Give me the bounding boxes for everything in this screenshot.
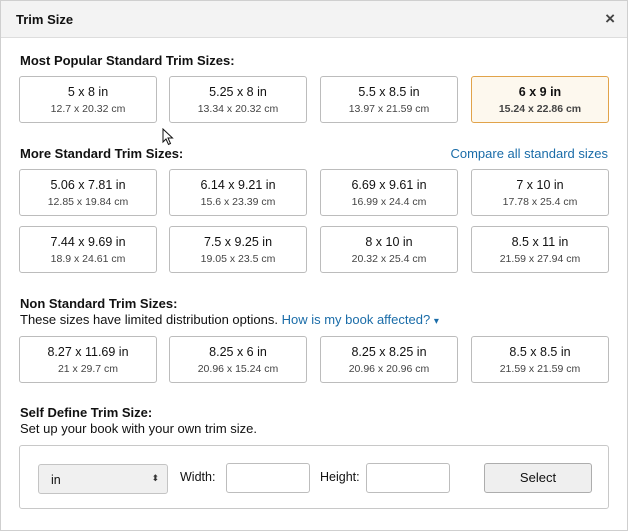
- trim-option-cm: 13.97 x 21.59 cm: [348, 103, 430, 115]
- trim-option-cm: 20.96 x 20.96 cm: [348, 363, 430, 375]
- trim-option-inches: 8.25 x 8.25 in: [351, 345, 427, 359]
- trim-option-inches: 5.25 x 8 in: [209, 85, 267, 99]
- unit-select-value: in: [51, 473, 61, 487]
- trim-option-cm: 17.78 x 25.4 cm: [502, 196, 578, 208]
- trim-option-cm: 20.32 x 25.4 cm: [351, 253, 427, 265]
- select-button[interactable]: Select: [484, 463, 592, 493]
- trim-option-cm: 21.59 x 27.94 cm: [499, 253, 581, 265]
- trim-option-8x10[interactable]: 8 x 10 in 20.32 x 25.4 cm: [320, 226, 458, 273]
- nonstandard-sizes-title: Non Standard Trim Sizes:: [20, 296, 178, 311]
- trim-option-cm: 12.85 x 19.84 cm: [47, 196, 129, 208]
- width-label: Width:: [180, 470, 216, 484]
- trim-option-inches: 8.27 x 11.69 in: [47, 345, 129, 359]
- trim-option-cm: 18.9 x 24.61 cm: [50, 253, 126, 265]
- trim-option-inches: 8.5 x 8.5 in: [509, 345, 571, 359]
- trim-option-5x8[interactable]: 5 x 8 in 12.7 x 20.32 cm: [19, 76, 157, 123]
- trim-option-8.25x8.25[interactable]: 8.25 x 8.25 in 20.96 x 20.96 cm: [320, 336, 458, 383]
- dialog-title: Trim Size: [16, 12, 74, 27]
- trim-option-inches: 5 x 8 in: [67, 85, 109, 99]
- trim-option-inches: 7 x 10 in: [516, 178, 564, 192]
- trim-option-inches: 8.25 x 6 in: [209, 345, 267, 359]
- trim-option-inches: 6.14 x 9.21 in: [200, 178, 276, 192]
- trim-option-8.27x11.69[interactable]: 8.27 x 11.69 in 21 x 29.7 cm: [19, 336, 157, 383]
- width-input[interactable]: [226, 463, 310, 493]
- trim-option-cm: 15.6 x 23.39 cm: [200, 196, 276, 208]
- nonstandard-sizes-subtitle: These sizes have limited distribution op…: [20, 312, 439, 327]
- nonstandard-note: These sizes have limited distribution op…: [20, 312, 278, 327]
- trim-size-dialog: Trim Size × Most Popular Standard Trim S…: [0, 0, 628, 531]
- trim-option-inches: 8 x 10 in: [365, 235, 413, 249]
- trim-option-7x10[interactable]: 7 x 10 in 17.78 x 25.4 cm: [471, 169, 609, 216]
- trim-option-inches: 5.06 x 7.81 in: [50, 178, 126, 192]
- trim-option-5.25x8[interactable]: 5.25 x 8 in 13.34 x 20.32 cm: [169, 76, 307, 123]
- how-affected-link[interactable]: How is my book affected?: [282, 312, 431, 327]
- trim-option-7.44x9.69[interactable]: 7.44 x 9.69 in 18.9 x 24.61 cm: [19, 226, 157, 273]
- trim-option-cm: 13.34 x 20.32 cm: [197, 103, 279, 115]
- trim-option-8.5x11[interactable]: 8.5 x 11 in 21.59 x 27.94 cm: [471, 226, 609, 273]
- trim-option-6x9-selected[interactable]: 6 x 9 in 15.24 x 22.86 cm: [471, 76, 609, 123]
- height-input[interactable]: [366, 463, 450, 493]
- trim-option-7.5x9.25[interactable]: 7.5 x 9.25 in 19.05 x 23.5 cm: [169, 226, 307, 273]
- trim-option-inches: 7.44 x 9.69 in: [50, 235, 126, 249]
- unit-select[interactable]: in ⬍: [38, 464, 168, 494]
- dialog-header: Trim Size ×: [1, 1, 627, 38]
- trim-option-cm: 21 x 29.7 cm: [57, 363, 119, 375]
- trim-option-cm: 12.7 x 20.32 cm: [50, 103, 126, 115]
- more-sizes-title: More Standard Trim Sizes:: [20, 146, 184, 161]
- trim-option-8.5x8.5[interactable]: 8.5 x 8.5 in 21.59 x 21.59 cm: [471, 336, 609, 383]
- close-icon[interactable]: ×: [605, 9, 615, 29]
- trim-option-inches: 6.69 x 9.61 in: [351, 178, 427, 192]
- self-define-subtitle: Set up your book with your own trim size…: [20, 421, 257, 436]
- trim-option-cm: 20.96 x 15.24 cm: [197, 363, 279, 375]
- trim-option-6.14x9.21[interactable]: 6.14 x 9.21 in 15.6 x 23.39 cm: [169, 169, 307, 216]
- trim-option-inches: 8.5 x 11 in: [511, 235, 569, 249]
- select-arrows-icon: ⬍: [151, 473, 159, 483]
- trim-option-cm: 16.99 x 24.4 cm: [351, 196, 427, 208]
- trim-option-inches: 5.5 x 8.5 in: [358, 85, 420, 99]
- trim-option-cm: 15.24 x 22.86 cm: [498, 103, 582, 115]
- self-define-title: Self Define Trim Size:: [20, 405, 153, 420]
- trim-option-cm: 21.59 x 21.59 cm: [499, 363, 581, 375]
- mouse-pointer-icon: [162, 128, 174, 146]
- trim-option-5.5x8.5[interactable]: 5.5 x 8.5 in 13.97 x 21.59 cm: [320, 76, 458, 123]
- trim-option-inches: 6 x 9 in: [518, 85, 562, 99]
- compare-all-sizes-link[interactable]: Compare all standard sizes: [450, 146, 608, 161]
- chevron-down-icon[interactable]: ▾: [434, 316, 439, 327]
- trim-option-5.06x7.81[interactable]: 5.06 x 7.81 in 12.85 x 19.84 cm: [19, 169, 157, 216]
- trim-option-inches: 7.5 x 9.25 in: [203, 235, 273, 249]
- popular-sizes-title: Most Popular Standard Trim Sizes:: [20, 53, 235, 68]
- trim-option-8.25x6[interactable]: 8.25 x 6 in 20.96 x 15.24 cm: [169, 336, 307, 383]
- self-define-panel: in ⬍ Width: Height: Select: [19, 445, 609, 509]
- trim-option-6.69x9.61[interactable]: 6.69 x 9.61 in 16.99 x 24.4 cm: [320, 169, 458, 216]
- height-label: Height:: [320, 470, 360, 484]
- trim-option-cm: 19.05 x 23.5 cm: [200, 253, 276, 265]
